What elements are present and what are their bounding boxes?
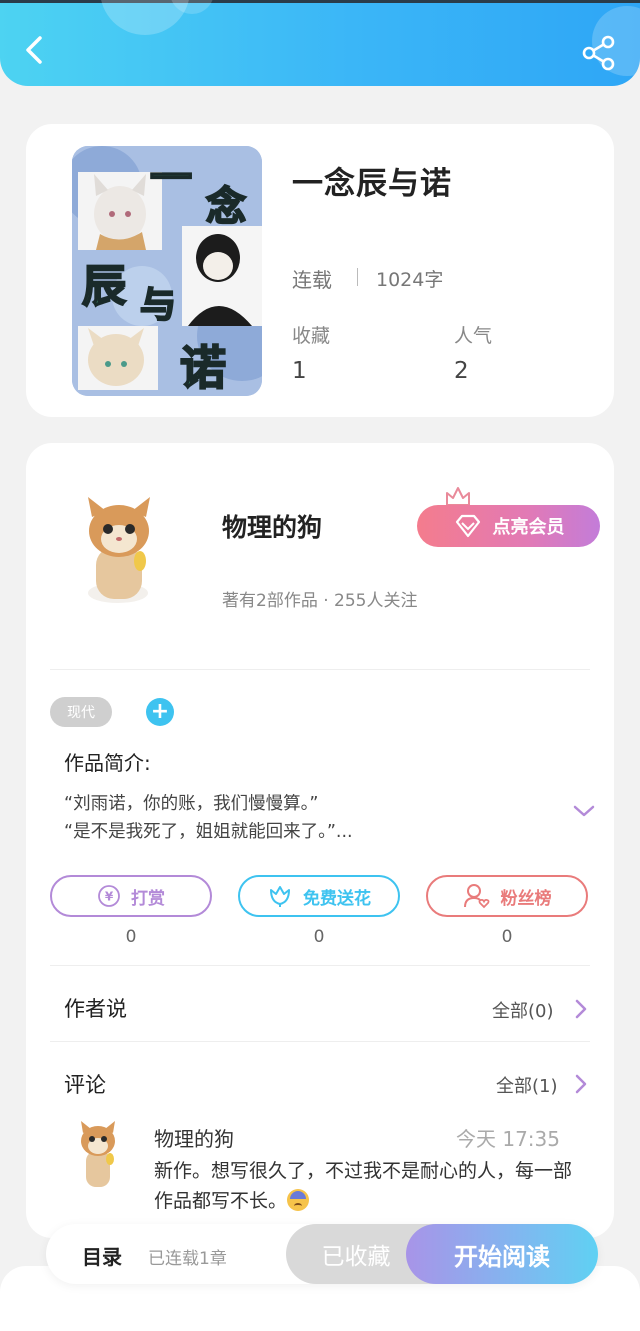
comments-all-link[interactable]: 全部(1) bbox=[496, 1072, 558, 1098]
fan-user-icon bbox=[463, 884, 489, 909]
intro-line: “刘雨诺，你的账，我们慢慢算。” bbox=[64, 794, 319, 814]
reward-count: 0 bbox=[125, 927, 137, 947]
book-cover[interactable]: 一 念 辰 与 诺 bbox=[72, 146, 262, 396]
serial-status: 连载 bbox=[292, 268, 332, 292]
word-count: 1024字 bbox=[376, 269, 444, 291]
flower-icon bbox=[270, 886, 290, 907]
comment-text: 新作。想写很久了，不过我不是耐心的人，每一部作品都写不长。 bbox=[154, 1156, 584, 1216]
vip-button-label: 点亮会员 bbox=[492, 517, 565, 538]
bottom-action-bar: 目录 已连载1章 已收藏 开始阅读 bbox=[46, 1224, 598, 1284]
add-tag-button[interactable]: + bbox=[146, 698, 174, 726]
cover-title-4: 与 bbox=[139, 283, 177, 327]
detail-card: 物理的狗 点亮会员 著有2部作品 · 255人关注 现代 + 作品简介: “刘雨… bbox=[26, 443, 614, 1238]
vip-button[interactable]: 点亮会员 bbox=[417, 505, 600, 547]
fans-ranking-label: 粉丝榜 bbox=[500, 888, 552, 909]
favorites-label: 收藏 bbox=[292, 325, 331, 347]
author-says-title: 作者说 bbox=[64, 997, 127, 1021]
author-says-all-link[interactable]: 全部(0) bbox=[492, 997, 554, 1023]
author-name[interactable]: 物理的狗 bbox=[222, 508, 322, 544]
comments-title: 评论 bbox=[64, 1073, 106, 1097]
intro-label: 作品简介: bbox=[64, 751, 151, 775]
comment-username[interactable]: 物理的狗 bbox=[154, 1123, 234, 1152]
comment-body: 新作。想写很久了，不过我不是耐心的人，每一部作品都写不长。 bbox=[154, 1160, 573, 1212]
comment-avatar[interactable] bbox=[76, 1119, 120, 1191]
start-reading-button[interactable]: 开始阅读 bbox=[406, 1224, 598, 1284]
author-avatar[interactable] bbox=[74, 495, 164, 607]
back-arrow-icon[interactable] bbox=[18, 30, 54, 70]
divider bbox=[50, 669, 590, 670]
top-header bbox=[0, 0, 640, 86]
intro-text[interactable]: “刘雨诺，你的账，我们慢慢算。” “是不是我死了，姐姐就能回来了。”... bbox=[64, 790, 544, 846]
genre-tag[interactable]: 现代 bbox=[50, 697, 112, 727]
author-meta: 著有2部作品 · 255人关注 bbox=[222, 591, 418, 611]
popularity-label: 人气 bbox=[454, 325, 493, 347]
send-flower-button[interactable]: 免费送花 bbox=[238, 875, 400, 917]
chevron-right-icon[interactable] bbox=[574, 1073, 588, 1095]
flower-count: 0 bbox=[313, 927, 325, 947]
cover-title-5: 诺 bbox=[179, 340, 227, 396]
share-icon[interactable] bbox=[578, 32, 620, 74]
fans-ranking-button[interactable]: 粉丝榜 bbox=[426, 875, 588, 917]
fans-count: 0 bbox=[501, 927, 513, 947]
yen-coin-icon: ¥ bbox=[98, 885, 120, 907]
comment-time: 今天 17:35 bbox=[456, 1127, 560, 1151]
send-flower-label: 免费送花 bbox=[303, 888, 371, 909]
cover-title-1: 一 bbox=[149, 152, 193, 203]
svg-text:¥: ¥ bbox=[105, 890, 114, 904]
sad-emoji-icon bbox=[287, 1189, 310, 1211]
divider bbox=[357, 268, 358, 286]
intro-line: “是不是我死了，姐姐就能回来了。”... bbox=[64, 822, 353, 842]
toc-button[interactable]: 目录 bbox=[82, 1241, 122, 1270]
reward-button[interactable]: ¥ 打赏 bbox=[50, 875, 212, 917]
book-title: 一念辰与诺 bbox=[292, 166, 452, 202]
status-edge bbox=[0, 0, 640, 3]
cover-title-2: 念 bbox=[205, 182, 247, 231]
divider bbox=[50, 965, 590, 966]
favorites-value: 1 bbox=[292, 358, 307, 384]
popularity-value: 2 bbox=[454, 358, 469, 384]
divider bbox=[50, 1041, 590, 1042]
book-info-card: 一 念 辰 与 诺 一念辰与诺 连载 1024字 收藏 1 人气 2 bbox=[26, 124, 614, 417]
diamond-icon bbox=[455, 514, 480, 538]
cover-title-3: 辰 bbox=[81, 260, 127, 313]
chevron-right-icon[interactable] bbox=[574, 998, 588, 1020]
expand-chevron-icon[interactable] bbox=[572, 803, 596, 819]
reward-label: 打赏 bbox=[131, 888, 165, 909]
chapter-count: 已连载1章 bbox=[148, 1249, 227, 1269]
